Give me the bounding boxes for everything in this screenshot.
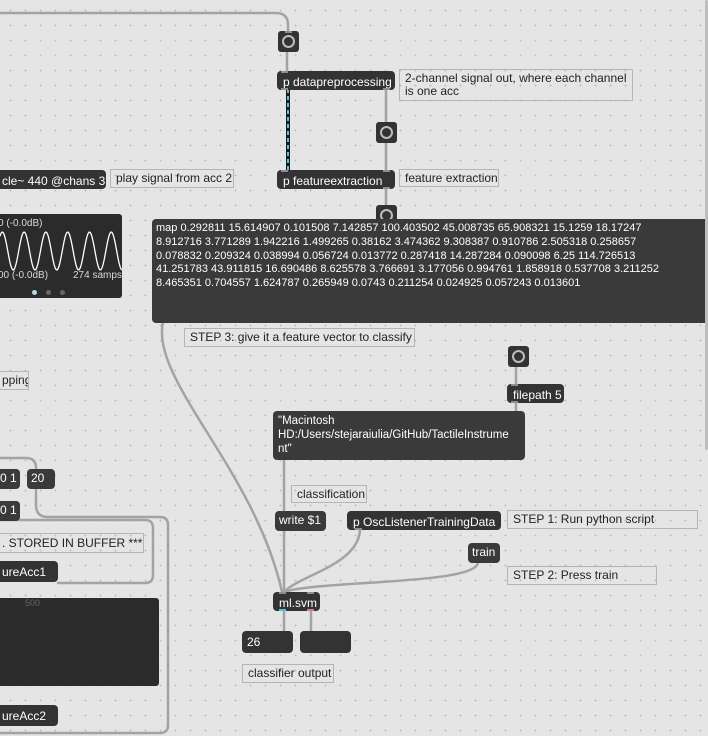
comment-classification: classification (291, 485, 367, 503)
buffer-tick-label: 500 (25, 598, 41, 608)
featureextraction-object[interactable]: p featureextraction (277, 170, 395, 189)
object-label: p featureextraction (283, 174, 383, 188)
oscilloscope-display[interactable]: 0 (-0.0dB) 00 (-0.0dB) 274 samps (0, 214, 122, 298)
osc-listener-object[interactable]: p OscListenerTrainingData (347, 511, 501, 530)
bang-button[interactable] (376, 122, 397, 143)
page-indicator-dot[interactable] (46, 290, 51, 295)
number-value: 26 (247, 635, 261, 649)
comment-feature-extraction: feature extraction (399, 169, 499, 187)
scope-samples-label: 274 samps (73, 270, 122, 281)
comment-step3: STEP 3: give it a feature vector to clas… (184, 328, 415, 347)
comment-pping: pping (0, 371, 29, 390)
comment-play-signal: play signal from acc 2 (110, 169, 234, 188)
buffer-acc1-object[interactable]: ureAcc1 (0, 561, 58, 582)
write-message[interactable]: write $1 (275, 511, 326, 531)
object-label: ml.svm (279, 596, 317, 610)
page-indicator-dot[interactable] (32, 290, 37, 295)
train-message[interactable]: train (468, 543, 500, 563)
patcher-canvas[interactable]: p datapreprocessing 2-channel signal out… (0, 0, 708, 736)
bang-button[interactable] (278, 31, 299, 52)
buffer-waveform-display[interactable]: 500 (0, 598, 159, 686)
bang-circle-icon (282, 35, 295, 48)
bang-button[interactable] (508, 346, 529, 367)
scope-top-label: 0 (-0.0dB) (0, 218, 43, 229)
bang-circle-icon (380, 126, 393, 139)
object-label: p datapreprocessing (283, 75, 392, 89)
message-0-1[interactable]: 0 1 (0, 501, 20, 521)
object-label: cle~ 440 @chans 3 (2, 174, 106, 188)
scope-bottom-label: 00 (-0.0dB) (0, 270, 49, 281)
ml-svm-object[interactable]: ml.svm (273, 592, 320, 611)
comment-stored-in-buffer: . STORED IN BUFFER *** (0, 533, 144, 553)
classifier-output-number[interactable]: 26 (242, 631, 293, 653)
comment-two-channel: 2-channel signal out, where each channel… (399, 69, 633, 101)
comment-classifier-output: classifier output (242, 664, 334, 683)
page-indicator-dot[interactable] (60, 290, 65, 295)
comment-step2: STEP 2: Press train (507, 566, 657, 585)
message-0-1[interactable]: 0 1 (0, 469, 20, 489)
object-label: ureAcc1 (2, 565, 47, 579)
object-label: ureAcc2 (2, 709, 47, 723)
patch-cord[interactable] (282, 528, 362, 594)
datapreprocessing-object[interactable]: p datapreprocessing (277, 71, 395, 90)
bang-circle-icon (512, 350, 525, 363)
patch-cord[interactable] (0, 11, 290, 33)
waveform (0, 231, 122, 271)
secondary-output-number[interactable] (300, 631, 351, 653)
patch-cord[interactable] (160, 320, 284, 594)
filepath-object[interactable]: filepath 5 (507, 384, 564, 403)
message-20[interactable]: 20 (27, 469, 55, 489)
buffer-acc2-object[interactable]: ureAcc2 (0, 705, 58, 726)
object-label: p OscListenerTrainingData (353, 515, 496, 529)
feature-vector-message[interactable]: map 0.292811 15.614907 0.101508 7.142857… (152, 219, 708, 323)
cycle-object[interactable]: cle~ 440 @chans 3 (0, 170, 106, 189)
patch-cord[interactable] (282, 560, 480, 594)
filepath-message[interactable]: "Macintosh HD:/Users/stejaraiulia/GitHub… (273, 411, 525, 460)
object-label: filepath 5 (513, 388, 562, 402)
comment-step1: STEP 1: Run python script (507, 510, 698, 529)
